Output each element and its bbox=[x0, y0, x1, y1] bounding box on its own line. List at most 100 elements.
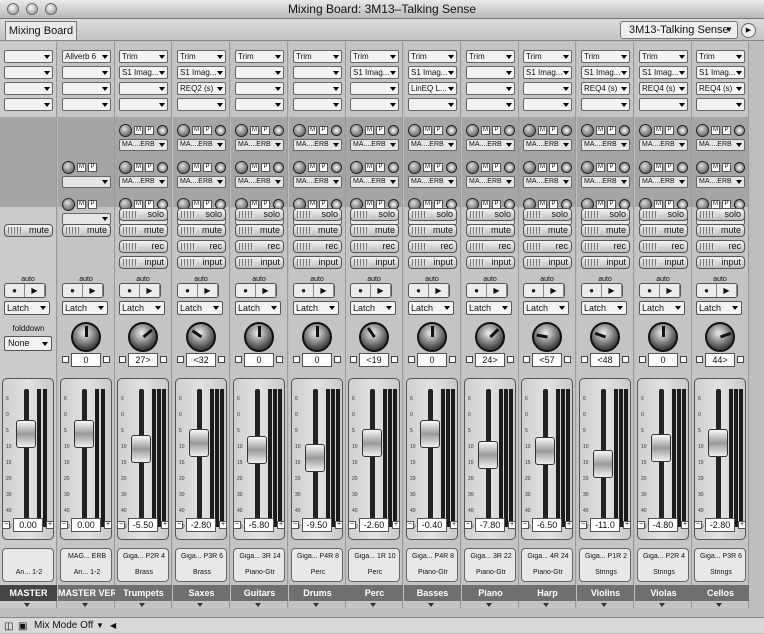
output-assignment[interactable]: Perc bbox=[292, 569, 344, 576]
send-pre-icon[interactable]: P bbox=[203, 126, 212, 135]
send-level-knob[interactable] bbox=[177, 124, 190, 137]
send-mute-icon[interactable]: M bbox=[654, 126, 663, 135]
insert-slot[interactable] bbox=[350, 82, 399, 95]
volume-value[interactable]: -5.50 bbox=[128, 518, 158, 532]
send-pan-knob[interactable] bbox=[157, 162, 168, 173]
rec-button[interactable]: rec bbox=[466, 240, 515, 253]
send-level-knob[interactable] bbox=[235, 124, 248, 137]
send-destination-dropdown[interactable]: MA....ERB bbox=[581, 176, 630, 188]
solo-button[interactable]: solo bbox=[177, 208, 226, 221]
output-assignment[interactable]: Brass bbox=[118, 569, 170, 576]
track-name[interactable]: Violas bbox=[635, 585, 692, 601]
send-pan-knob[interactable] bbox=[504, 125, 515, 136]
pan-knob[interactable] bbox=[475, 322, 505, 352]
send-pan-knob[interactable] bbox=[734, 162, 745, 173]
track-menu-icon[interactable] bbox=[601, 603, 607, 607]
solo-button[interactable]: solo bbox=[523, 208, 572, 221]
pan-knob[interactable] bbox=[186, 322, 216, 352]
pan-right-arrow-icon[interactable] bbox=[276, 356, 283, 363]
volume-decrease-icon[interactable]: − bbox=[406, 521, 414, 529]
play-automation-icon[interactable]: ▶ bbox=[83, 284, 103, 297]
send-pan-knob[interactable] bbox=[215, 125, 226, 136]
insert-slot[interactable]: S1 Imag... bbox=[119, 66, 168, 79]
mute-button[interactable]: mute bbox=[177, 224, 226, 237]
automation-mode-dropdown[interactable]: Latch bbox=[466, 301, 512, 315]
pan-knob[interactable] bbox=[244, 322, 274, 352]
insert-slot[interactable] bbox=[523, 82, 572, 95]
insert-slot[interactable]: REQ2 (s) bbox=[177, 82, 226, 95]
play-automation-icon[interactable]: ▶ bbox=[602, 284, 622, 297]
output-assignment[interactable]: An... 1-2 bbox=[61, 569, 113, 576]
output-assignment[interactable]: Brass bbox=[176, 569, 228, 576]
send-destination-dropdown[interactable]: MA....ERB bbox=[408, 139, 457, 151]
send-level-knob[interactable] bbox=[696, 161, 709, 174]
send-destination-dropdown[interactable]: MA....ERB bbox=[696, 139, 745, 151]
insert-slot[interactable] bbox=[466, 98, 515, 111]
volume-increase-icon[interactable]: + bbox=[681, 521, 689, 529]
play-automation-icon[interactable]: ▶ bbox=[314, 284, 334, 297]
rec-button[interactable]: rec bbox=[696, 240, 745, 253]
pan-left-arrow-icon[interactable] bbox=[466, 356, 473, 363]
record-automation-icon[interactable]: ● bbox=[351, 284, 371, 297]
pan-knob[interactable] bbox=[590, 322, 620, 352]
pan-right-arrow-icon[interactable] bbox=[449, 356, 456, 363]
volume-increase-icon[interactable]: + bbox=[46, 521, 54, 529]
volume-decrease-icon[interactable]: − bbox=[60, 521, 68, 529]
output-assignment[interactable]: An... 1-2 bbox=[3, 569, 55, 576]
rec-button[interactable]: rec bbox=[235, 240, 284, 253]
volume-decrease-icon[interactable]: − bbox=[117, 521, 125, 529]
insert-slot[interactable]: Trim bbox=[639, 50, 688, 63]
insert-slot[interactable] bbox=[4, 50, 53, 63]
send-mute-icon[interactable]: M bbox=[77, 163, 86, 172]
send-destination-dropdown[interactable]: MA....ERB bbox=[639, 176, 688, 188]
record-automation-icon[interactable]: ● bbox=[294, 284, 314, 297]
send-pre-icon[interactable]: P bbox=[376, 163, 385, 172]
automation-mode-dropdown[interactable]: Latch bbox=[639, 301, 685, 315]
mix-mode-menu[interactable]: Mix Mode Off bbox=[34, 618, 93, 633]
send-mute-icon[interactable]: M bbox=[596, 126, 605, 135]
insert-slot[interactable]: Trim bbox=[581, 50, 630, 63]
send-level-knob[interactable] bbox=[408, 161, 421, 174]
insert-slot[interactable] bbox=[4, 66, 53, 79]
send-pre-icon[interactable]: P bbox=[203, 163, 212, 172]
send-pre-icon[interactable]: P bbox=[319, 126, 328, 135]
insert-slot[interactable]: Trim bbox=[350, 50, 399, 63]
input-assignment[interactable]: Giga... P2R 4 bbox=[118, 553, 170, 560]
pan-right-arrow-icon[interactable] bbox=[160, 356, 167, 363]
volume-fader[interactable] bbox=[131, 435, 151, 463]
send-pan-knob[interactable] bbox=[388, 162, 399, 173]
pan-right-arrow-icon[interactable] bbox=[622, 356, 629, 363]
pan-knob[interactable] bbox=[128, 322, 158, 352]
volume-value[interactable]: -2.80 bbox=[705, 518, 735, 532]
send-level-knob[interactable] bbox=[293, 161, 306, 174]
mute-button[interactable]: mute bbox=[235, 224, 284, 237]
input-assignment[interactable]: Giga... 3R 22 bbox=[465, 553, 517, 560]
input-button[interactable]: input bbox=[408, 256, 457, 269]
pan-right-arrow-icon[interactable] bbox=[218, 356, 225, 363]
mute-button[interactable]: mute bbox=[119, 224, 168, 237]
play-automation-icon[interactable]: ▶ bbox=[25, 284, 45, 297]
send-destination-dropdown[interactable]: MA....ERB bbox=[235, 176, 284, 188]
track-menu-icon[interactable] bbox=[197, 603, 203, 607]
send-mute-icon[interactable]: M bbox=[134, 163, 143, 172]
insert-slot[interactable]: LinEQ L... bbox=[408, 82, 457, 95]
volume-value[interactable]: -6.50 bbox=[532, 518, 562, 532]
send-pan-knob[interactable] bbox=[734, 125, 745, 136]
volume-fader[interactable] bbox=[189, 429, 209, 457]
play-automation-icon[interactable]: ▶ bbox=[198, 284, 218, 297]
volume-decrease-icon[interactable]: − bbox=[579, 521, 587, 529]
automation-mode-dropdown[interactable]: Latch bbox=[696, 301, 742, 315]
volume-decrease-icon[interactable]: − bbox=[464, 521, 472, 529]
solo-button[interactable]: solo bbox=[581, 208, 630, 221]
pan-right-arrow-icon[interactable] bbox=[737, 356, 744, 363]
play-automation-icon[interactable]: ▶ bbox=[544, 284, 564, 297]
window-icon[interactable]: ◫ bbox=[4, 619, 13, 634]
send-pre-icon[interactable]: P bbox=[722, 163, 731, 172]
insert-slot[interactable]: Allverb 6 bbox=[62, 50, 111, 63]
sidebar-toggle-button[interactable]: ▶ bbox=[741, 23, 756, 38]
record-automation-icon[interactable]: ● bbox=[697, 284, 717, 297]
send-pre-icon[interactable]: P bbox=[607, 163, 616, 172]
send-pan-knob[interactable] bbox=[619, 125, 630, 136]
send-mute-icon[interactable]: M bbox=[250, 126, 259, 135]
record-automation-icon[interactable]: ● bbox=[524, 284, 544, 297]
